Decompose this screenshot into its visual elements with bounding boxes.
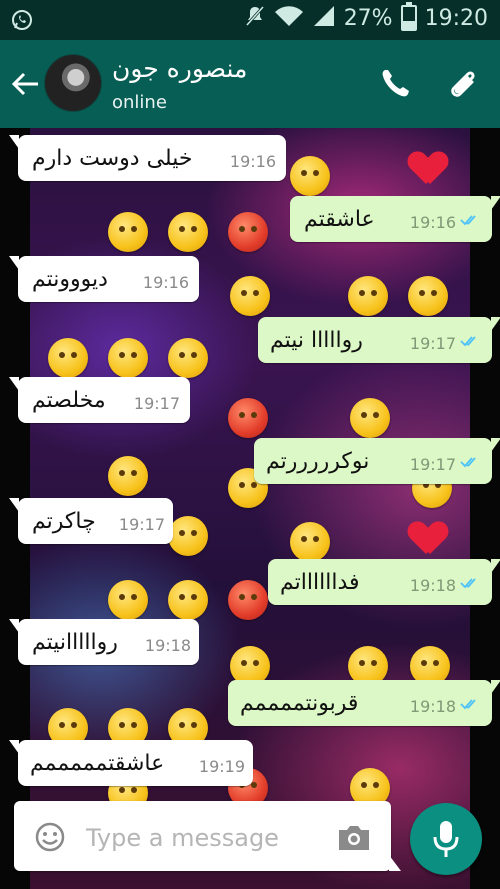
emoji-decoration <box>290 522 330 562</box>
emoji-decoration <box>108 456 148 496</box>
back-arrow-icon[interactable] <box>8 64 44 104</box>
chat-header: منصوره جون online <box>0 40 500 128</box>
read-ticks-icon <box>460 215 476 226</box>
battery-percent: 27% <box>343 5 393 31</box>
message-text: دیووونتم <box>32 266 108 292</box>
message-text: مخلصتم <box>32 387 106 413</box>
signal-icon <box>312 4 336 32</box>
heart-decoration <box>410 522 446 556</box>
outgoing-message[interactable]: قربونتممممم 19:18 <box>228 680 500 726</box>
battery-icon <box>400 2 417 31</box>
outgoing-message[interactable]: فدااااااتم 19:18 <box>268 559 500 605</box>
message-text: عاشقتم <box>304 206 375 232</box>
message-text: روااااا نیتم <box>270 327 363 353</box>
emoji-decoration <box>228 580 268 620</box>
emoji-icon[interactable] <box>34 821 66 853</box>
message-time: 19:16 <box>409 213 456 232</box>
emoji-decoration <box>228 398 268 438</box>
message-text: چاکرتم <box>32 508 96 534</box>
mute-icon <box>244 4 266 32</box>
message-composer <box>14 801 401 871</box>
message-text: نوکرررررتم <box>266 448 370 474</box>
message-time: 19:16 <box>229 152 276 171</box>
emoji-decoration <box>168 212 208 252</box>
message-time: 19:17 <box>118 515 165 534</box>
emoji-decoration <box>168 580 208 620</box>
microphone-icon <box>433 821 459 857</box>
outgoing-message[interactable]: روااااا نیتم 19:17 <box>258 317 500 363</box>
outgoing-message[interactable]: عاشقتم 19:16 <box>290 196 500 242</box>
emoji-decoration <box>348 276 388 316</box>
emoji-decoration <box>168 516 208 556</box>
read-ticks-icon <box>460 578 476 589</box>
emoji-decoration <box>108 212 148 252</box>
message-time: 19:17 <box>409 334 456 353</box>
emoji-decoration <box>108 580 148 620</box>
message-time: 19:17 <box>409 455 456 474</box>
wifi-icon <box>274 4 304 32</box>
incoming-message[interactable]: دیووونتم 19:16 <box>9 256 199 302</box>
read-ticks-icon <box>460 457 476 468</box>
read-ticks-icon <box>460 336 476 347</box>
paperclip-icon[interactable] <box>442 62 486 106</box>
message-time: 19:16 <box>142 273 189 292</box>
emoji-decoration <box>168 338 208 378</box>
incoming-message[interactable]: روااااانیتم 19:18 <box>9 619 199 665</box>
mic-button[interactable] <box>410 803 482 875</box>
incoming-message[interactable]: مخلصتم 19:17 <box>9 377 190 423</box>
camera-icon[interactable] <box>336 823 372 853</box>
message-time: 19:18 <box>409 576 456 595</box>
emoji-decoration <box>228 212 268 252</box>
message-text: روااااانیتم <box>32 629 118 655</box>
emoji-decoration <box>290 156 330 196</box>
incoming-message[interactable]: عاشقتمممممم 19:19 <box>9 740 253 786</box>
message-text: عاشقتمممممم <box>30 750 165 776</box>
incoming-message[interactable]: خیلی دوست دارم 19:16 <box>9 135 286 181</box>
clock: 19:20 <box>424 5 488 31</box>
message-text: فدااااااتم <box>280 569 360 595</box>
emoji-decoration <box>108 338 148 378</box>
phone-icon[interactable] <box>376 64 416 104</box>
emoji-decoration <box>408 276 448 316</box>
whatsapp-icon <box>10 8 34 36</box>
emoji-decoration <box>350 398 390 438</box>
message-time: 19:18 <box>144 636 191 655</box>
message-text: خیلی دوست دارم <box>32 145 193 171</box>
contact-name[interactable]: منصوره جون <box>112 54 247 83</box>
message-input[interactable] <box>84 817 318 859</box>
message-text: قربونتممممم <box>240 690 359 716</box>
message-time: 19:19 <box>198 757 245 776</box>
emoji-decoration <box>48 338 88 378</box>
read-ticks-icon <box>460 699 476 710</box>
avatar[interactable] <box>44 54 102 112</box>
emoji-decoration <box>230 276 270 316</box>
contact-status: online <box>112 92 167 113</box>
heart-decoration <box>410 152 446 186</box>
incoming-message[interactable]: چاکرتم 19:17 <box>9 498 173 544</box>
message-time: 19:17 <box>133 394 180 413</box>
status-bar: 27% 19:20 <box>0 0 500 40</box>
message-time: 19:18 <box>409 697 456 716</box>
outgoing-message[interactable]: نوکرررررتم 19:17 <box>254 438 500 484</box>
wallpaper-border-right <box>470 128 500 889</box>
